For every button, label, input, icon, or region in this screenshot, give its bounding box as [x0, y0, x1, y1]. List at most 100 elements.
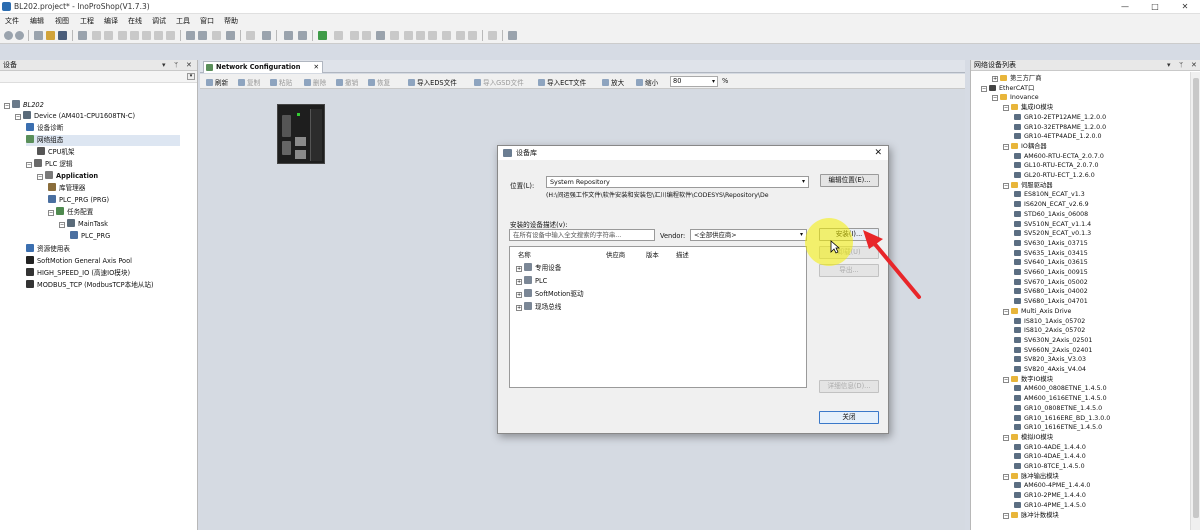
- search-input[interactable]: 在所有设备中输入全文搜索的字符串...: [509, 229, 655, 241]
- collapse-icon[interactable]: −: [1003, 143, 1009, 150]
- device-list-item[interactable]: − 脉冲计数模块: [1003, 511, 1059, 522]
- expand-icon[interactable]: +: [516, 279, 522, 285]
- build-icon[interactable]: [284, 31, 293, 40]
- tree-item[interactable]: HIGH_SPEED_IO (高速IO模块): [26, 268, 130, 279]
- forward-icon[interactable]: [15, 31, 24, 40]
- collapse-icon[interactable]: −: [1003, 434, 1009, 441]
- device-category-row[interactable]: + PLC: [516, 276, 547, 287]
- collapse-icon[interactable]: −: [1003, 473, 1009, 480]
- close-window-button[interactable]: ✕: [1170, 0, 1200, 14]
- panel-pin-icon[interactable]: ᛘ: [1179, 60, 1183, 71]
- details-button[interactable]: 详细信息(D)...: [819, 380, 879, 393]
- login-icon[interactable]: [318, 31, 327, 40]
- tree-item[interactable]: 资源使用表: [26, 244, 70, 255]
- device-category-row[interactable]: + 现场总线: [516, 302, 561, 313]
- menu-view[interactable]: 视图: [55, 16, 69, 26]
- column-description[interactable]: 描述: [676, 250, 689, 259]
- show-current-icon[interactable]: [468, 31, 477, 40]
- tree-item[interactable]: SoftMotion General Axis Pool: [26, 256, 132, 267]
- collapse-icon[interactable]: −: [48, 210, 54, 216]
- tab-close-icon[interactable]: ✕: [313, 62, 319, 73]
- device-list[interactable]: 名称 供应商 版本 描述 + 专用设备 + PLC + SoftMotion驱动 + 现场总线: [509, 246, 807, 388]
- panel-dropdown-icon[interactable]: ▾: [162, 60, 166, 71]
- scrollbar-thumb[interactable]: [1193, 78, 1199, 518]
- paste-icon[interactable]: [142, 31, 151, 40]
- tree-item[interactable]: CPU机架: [37, 147, 75, 158]
- paste-button[interactable]: 粘贴: [270, 77, 292, 87]
- trace-icon[interactable]: [508, 31, 517, 40]
- tree-item[interactable]: 库管理器: [48, 183, 85, 194]
- refresh-button[interactable]: 刷新: [206, 77, 228, 87]
- device-category-row[interactable]: + 专用设备: [516, 263, 561, 274]
- plc-device-graphic[interactable]: [277, 104, 325, 164]
- step-into-icon[interactable]: [416, 31, 425, 40]
- tree-item[interactable]: PLC_PRG (PRG): [48, 195, 109, 206]
- collapse-icon[interactable]: −: [15, 114, 21, 120]
- menu-tools[interactable]: 工具: [176, 16, 190, 26]
- tree-item[interactable]: PLC_PRG: [70, 231, 110, 242]
- undo-button[interactable]: 撤销: [336, 77, 358, 87]
- tree-item[interactable]: − MainTask: [59, 219, 108, 230]
- collapse-icon[interactable]: −: [1003, 182, 1009, 189]
- collapse-icon[interactable]: −: [1003, 376, 1009, 383]
- set-next-icon[interactable]: [456, 31, 465, 40]
- window-icon[interactable]: [226, 31, 235, 40]
- zoom-out-button[interactable]: 缩小: [636, 77, 658, 87]
- tree-item[interactable]: − PLC 逻辑: [26, 159, 73, 170]
- menu-debug[interactable]: 调试: [152, 16, 166, 26]
- copy-icon[interactable]: [130, 31, 139, 40]
- print-icon[interactable]: [78, 31, 87, 40]
- expand-icon[interactable]: +: [516, 292, 522, 298]
- collapse-icon[interactable]: −: [1003, 308, 1009, 315]
- tree-item[interactable]: 网络组态: [26, 135, 180, 146]
- menu-file[interactable]: 文件: [5, 16, 19, 26]
- panel-close-icon[interactable]: ✕: [186, 60, 192, 71]
- tree-item[interactable]: − 任务配置: [48, 207, 93, 218]
- menu-project[interactable]: 工程: [80, 16, 94, 26]
- device-category-row[interactable]: + SoftMotion驱动: [516, 289, 584, 300]
- cut-icon[interactable]: [118, 31, 127, 40]
- zoom-in-button[interactable]: 放大: [602, 77, 624, 87]
- back-icon[interactable]: [4, 31, 13, 40]
- panel-dropdown-icon[interactable]: ▾: [1167, 60, 1171, 71]
- replace-icon[interactable]: [198, 31, 207, 40]
- delete-icon[interactable]: [154, 31, 163, 40]
- collapse-icon[interactable]: −: [26, 162, 32, 168]
- collapse-icon[interactable]: −: [992, 95, 998, 102]
- menu-help[interactable]: 帮助: [224, 16, 238, 26]
- compile-icon[interactable]: [246, 31, 255, 40]
- panel-scroll-down-icon[interactable]: ▾: [187, 73, 195, 80]
- redo-icon[interactable]: [104, 31, 113, 40]
- import-gsd-button[interactable]: 导入GSD文件: [474, 77, 524, 87]
- collapse-icon[interactable]: −: [1003, 105, 1009, 112]
- run-icon[interactable]: [262, 31, 271, 40]
- menu-window[interactable]: 窗口: [200, 16, 214, 26]
- tab-network-configuration[interactable]: Network Configuration ✕: [203, 61, 323, 73]
- close-dialog-button[interactable]: 关闭: [819, 411, 879, 424]
- column-name[interactable]: 名称: [518, 250, 531, 259]
- tree-item[interactable]: − Application: [37, 171, 98, 182]
- panel-close-icon[interactable]: ✕: [1191, 60, 1197, 71]
- tree-item[interactable]: MODBUS_TCP (ModbusTCP本地从站): [26, 280, 154, 291]
- find-icon[interactable]: [186, 31, 195, 40]
- delete-button[interactable]: 删除: [304, 77, 326, 87]
- bookmark-icon[interactable]: [212, 31, 221, 40]
- minimize-button[interactable]: —: [1110, 0, 1140, 14]
- collapse-icon[interactable]: −: [59, 222, 65, 228]
- new-file-icon[interactable]: [34, 31, 43, 40]
- edit-location-button[interactable]: 编辑位置(E)...: [820, 174, 879, 187]
- expand-icon[interactable]: +: [516, 266, 522, 272]
- redo-button[interactable]: 恢复: [368, 77, 390, 87]
- save-icon[interactable]: [58, 31, 67, 40]
- panel-pin-icon[interactable]: ᛘ: [174, 60, 178, 71]
- column-version[interactable]: 版本: [646, 250, 659, 259]
- menu-online[interactable]: 在线: [128, 16, 142, 26]
- step-over-icon[interactable]: [404, 31, 413, 40]
- undo-icon[interactable]: [92, 31, 101, 40]
- vendor-select[interactable]: <全部供应商> ▾: [690, 229, 807, 241]
- import-eds-button[interactable]: 导入EDS文件: [408, 77, 457, 87]
- menu-build[interactable]: 编译: [104, 16, 118, 26]
- cancel-icon[interactable]: [166, 31, 175, 40]
- collapse-icon[interactable]: −: [981, 85, 987, 92]
- copy-button[interactable]: 复制: [238, 77, 260, 87]
